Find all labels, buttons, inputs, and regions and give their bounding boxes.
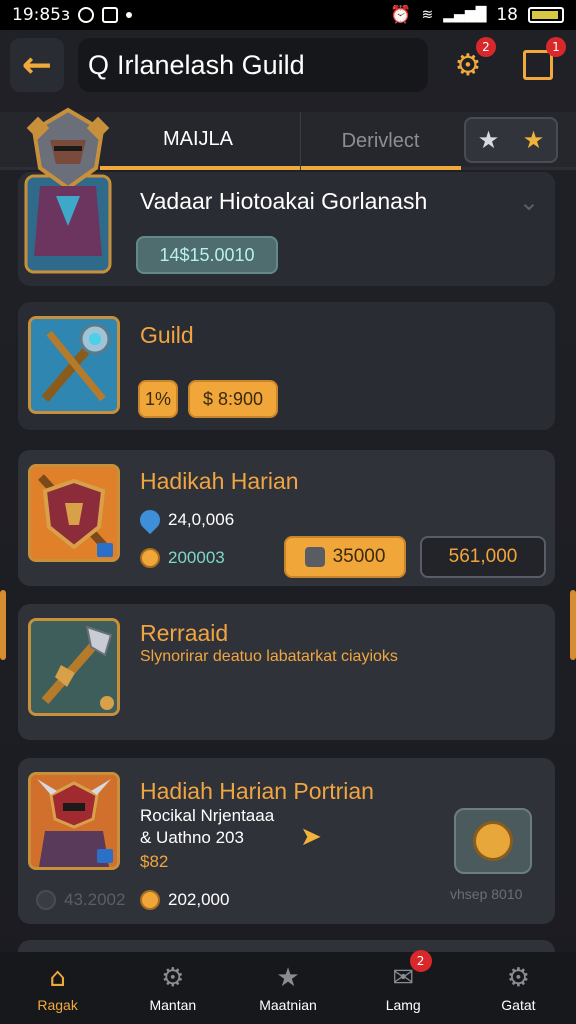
nav-label: Maatnian [259, 997, 317, 1013]
buy-gold-label: 35000 [332, 546, 386, 567]
footer-left-value: 43.2002 [64, 890, 126, 909]
shield-thumbnail [28, 464, 120, 562]
nav-item-gatat[interactable]: ⚙ Gatat [461, 952, 576, 1024]
guild-card-4[interactable]: Rerraaid Slynorirar deatuo labatarkat ci… [18, 604, 555, 740]
bottom-nav: ⌂ Ragak ⚙ Mantan ★ Maatnian ✉ 2 Lamg ⚙ G… [0, 950, 576, 1024]
home-icon: ⌂ [49, 963, 66, 993]
card-title: Rerraaid [140, 620, 229, 646]
hero-avatar[interactable] [20, 106, 116, 276]
notification-dot-icon [126, 12, 133, 18]
footer-left: 43.2002 [36, 890, 125, 910]
nav-label: Mantan [149, 997, 197, 1013]
chevron-down-icon[interactable]: ⌄ [519, 188, 539, 216]
card-line-2: & Uathno 203 [140, 828, 244, 847]
nav-label: Ragak [37, 997, 78, 1013]
coin-line: 200003 [140, 548, 225, 568]
gem-value: 24,0,006 [168, 510, 235, 529]
guild-card-3[interactable]: Hadikah Harian 24,0,006 200003 35000 561… [18, 450, 555, 586]
coin-value: 200003 [168, 548, 225, 567]
status-bar: 19:85з ⏰ ≋ ▂▄▆█ 18 [0, 0, 576, 30]
search-text: Irlanelash Guild [117, 49, 305, 80]
chest-icon [304, 547, 325, 567]
status-time: 19:85з [12, 5, 71, 25]
shield-icon [36, 890, 56, 910]
search-bar[interactable]: Q Irlanelash Guild [78, 38, 428, 92]
footer-mid: 202,000 [140, 890, 229, 910]
buy-dark-button[interactable]: 561,000 [420, 536, 546, 578]
nav-item-ragak[interactable]: ⌂ Ragak [0, 952, 115, 1024]
percent-pill: 1% [138, 380, 178, 418]
search-icon: Q [88, 49, 110, 80]
nav-item-maatnian[interactable]: ★ Maatnian [230, 952, 345, 1024]
claim-button[interactable] [454, 808, 532, 874]
footer-mid-value: 202,000 [168, 890, 230, 909]
gem-icon [135, 505, 165, 535]
nav-item-mantan[interactable]: ⚙ Mantan [115, 952, 230, 1024]
side-handle-left[interactable] [0, 590, 6, 660]
signal-icon: ▂▄▆█ [443, 7, 487, 23]
card-title: Guild [140, 322, 194, 348]
token-icon [473, 821, 513, 861]
star-gold-icon: ★ [522, 126, 545, 154]
nav-label: Lamg [385, 997, 421, 1013]
star-icon: ★ [276, 963, 300, 993]
weapon-thumbnail [28, 316, 120, 414]
card-subtitle: Slynorirar deatuo labatarkat ciayioks [140, 648, 398, 665]
battery-icon [528, 7, 564, 23]
gear-badge: 2 [476, 37, 496, 57]
mail-icon: ✉ [392, 963, 415, 993]
guild-card-5[interactable]: Hadiah Harian Portrian Rocikal Nrjentaaa… [18, 758, 555, 924]
mail-badge: 2 [409, 950, 432, 972]
alarm-icon: ⏰ [390, 5, 412, 25]
wifi-icon: ≋ [421, 7, 434, 23]
card-title: Hadikah Harian [140, 468, 299, 494]
side-handle-right[interactable] [570, 590, 576, 660]
coin-icon [140, 890, 160, 910]
settings-icon: ⚙ [506, 963, 531, 993]
header: ← Q Irlanelash Guild ⚙ 2 1 [0, 30, 576, 100]
back-button[interactable]: ← [10, 38, 64, 92]
nav-label: Gatat [501, 997, 536, 1013]
quest-badge: 1 [546, 37, 566, 57]
value-pill: 14$15.0010 [136, 236, 278, 274]
favorites-toggle[interactable]: ★ ★ [464, 117, 558, 163]
cursor-icon: ➤ [300, 822, 322, 852]
gem-line: 24,0,006 [135, 505, 235, 535]
buy-gold-button[interactable]: 35000 [284, 536, 406, 578]
coin-icon [140, 548, 160, 568]
card-line-1: Rocikal Nrjentaaa [140, 806, 275, 825]
footer-right: vhsep 8010 [450, 886, 523, 902]
app-icon [102, 7, 119, 23]
chat-icon [78, 7, 95, 23]
tab-derivlect[interactable]: Derivlect [300, 112, 460, 170]
guild-card-2[interactable]: Guild 1% $ 8:900 [18, 302, 555, 430]
quest-button[interactable]: 1 [518, 37, 566, 85]
axe-thumbnail [28, 618, 120, 716]
app-screen: 19:85з ⏰ ≋ ▂▄▆█ 18 ← Q Irlanelash Guild … [0, 0, 576, 1024]
star-icon: ★ [477, 126, 500, 154]
gear-icon: ⚙ [161, 963, 185, 993]
warrior-thumbnail [28, 772, 120, 870]
nav-item-lamg[interactable]: ✉ 2 Lamg [346, 950, 461, 1024]
network-label: 18 [496, 5, 518, 25]
card-title: Hadiah Harian Portrian [140, 778, 374, 804]
settings-gear-button[interactable]: ⚙ 2 [448, 37, 496, 85]
card-price: $82 [140, 852, 169, 871]
arrow-left-icon: ← [21, 44, 53, 86]
tab-maijla[interactable]: MAIJLA [100, 112, 461, 170]
price-pill[interactable]: $ 8:900 [188, 380, 278, 418]
card-title: Vadaar Hiotoakai Gorlanash [140, 188, 428, 214]
